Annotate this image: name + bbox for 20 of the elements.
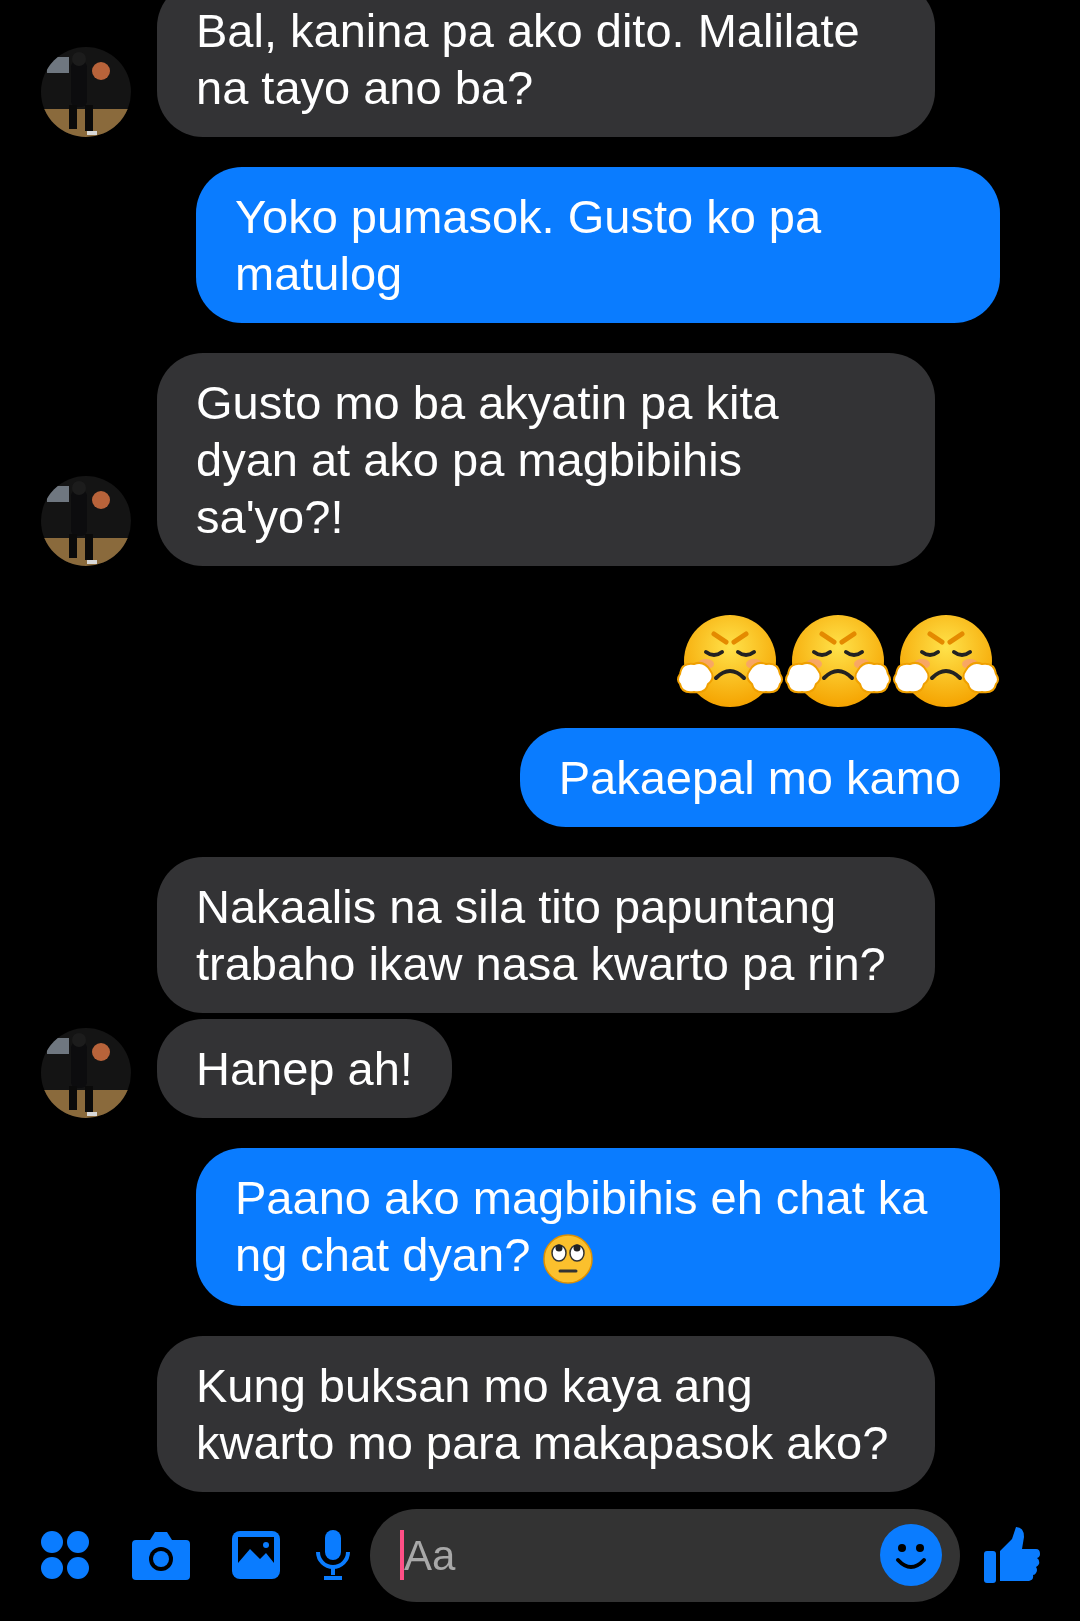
thumbs-up-icon[interactable] <box>982 1525 1042 1586</box>
message-text: Yoko pumasok. Gusto ko pa matulog <box>235 190 822 300</box>
message-input[interactable]: Aa <box>370 1508 960 1602</box>
eye-roll-emoji-icon <box>542 1232 595 1285</box>
apps-icon[interactable] <box>40 1530 90 1581</box>
text-cursor <box>400 1530 404 1581</box>
microphone-icon[interactable] <box>314 1528 352 1583</box>
message-text: Gusto mo ba akyatin pa kita dyan at ako pa magbibihis sa'yo?! <box>196 376 779 543</box>
steam-face-emoji-icon <box>784 612 892 709</box>
steam-face-emoji-icon <box>892 612 1000 709</box>
message-text: Pakaepal mo kamo <box>558 751 961 804</box>
message-text: Hanep ah! <box>196 1042 413 1095</box>
camera-icon[interactable] <box>132 1530 190 1581</box>
message-text: Nakaalis na sila tito papuntang trabaho ikaw nasa kwarto pa rin? <box>196 880 886 990</box>
steam-face-emoji-icon <box>676 612 784 709</box>
smiley-icon[interactable] <box>880 1524 942 1587</box>
message-text: Bal, kanina pa ako dito. Malilate na tayo ano ba? <box>196 4 860 114</box>
image-icon[interactable] <box>230 1529 282 1582</box>
message-text: Kung buksan mo kaya ang kwarto mo para makapasok ako? <box>196 1358 889 1469</box>
message-field[interactable]: Aa <box>404 1523 880 1587</box>
